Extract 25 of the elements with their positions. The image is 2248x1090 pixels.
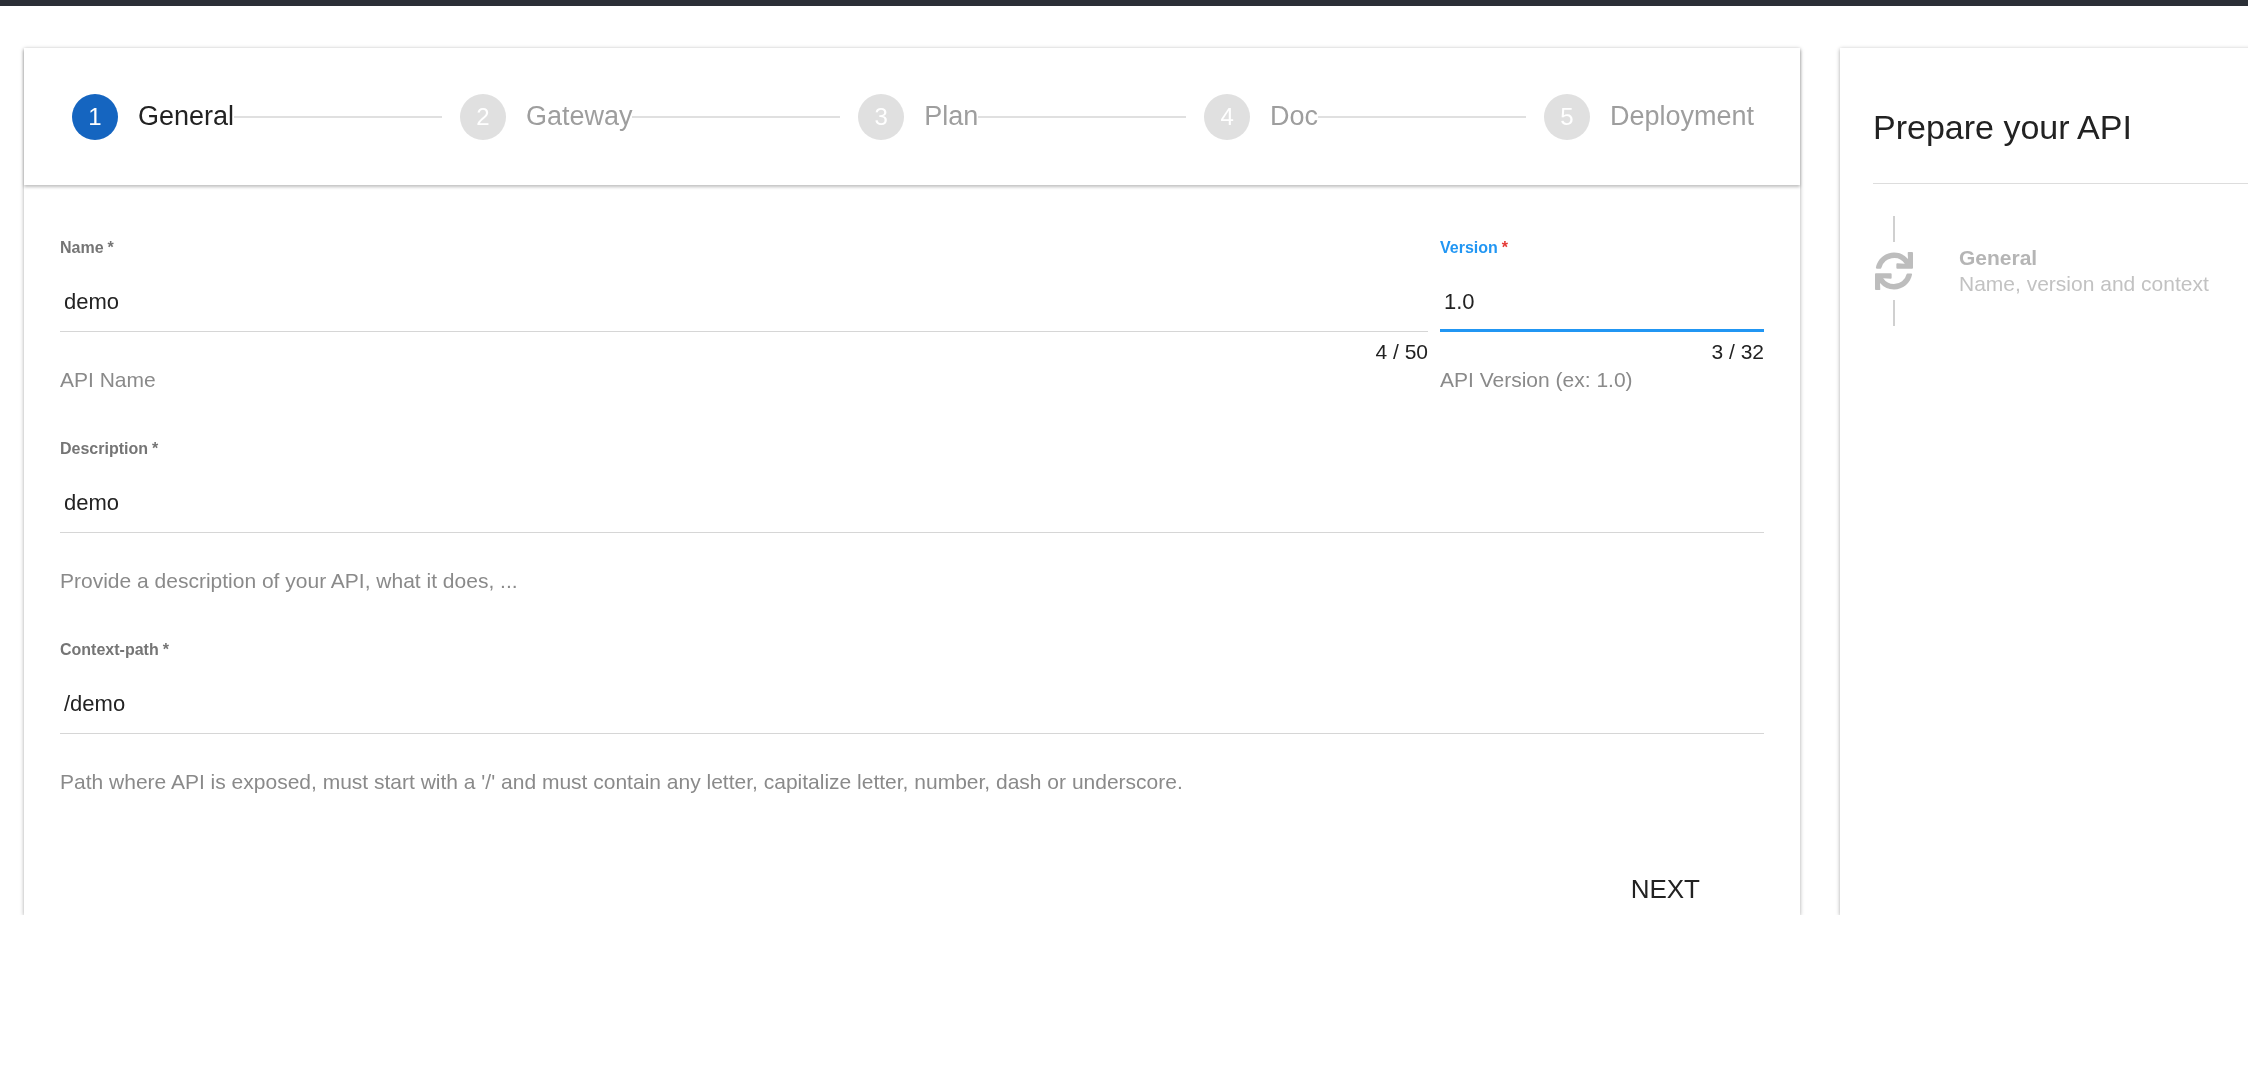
refresh-icon (1875, 252, 1913, 290)
field-hint: API Version (ex: 1.0) (1440, 368, 1633, 392)
step-subtitle: Name, version and context (1959, 272, 2209, 296)
character-counter: 3 / 32 (1711, 340, 1764, 364)
field-hint: Path where API is exposed, must start with a '/' and must contain any letter, capitalize letter, number, dash or underscore. (60, 770, 1183, 794)
step-label[interactable]: Doc (1270, 101, 1319, 132)
text-field[interactable]: demo (60, 464, 1764, 533)
step-label[interactable]: Plan (924, 101, 979, 132)
character-counter: 4 / 50 (1375, 340, 1428, 364)
step-label[interactable]: Deployment (1609, 101, 1754, 132)
step-label[interactable]: Gateway (525, 101, 633, 132)
field-label: Context-path * (60, 640, 170, 659)
field-label: Description * (60, 439, 160, 458)
step-label[interactable]: General (138, 101, 235, 132)
field-label: Name * (60, 238, 115, 257)
field-label: Version * (1440, 238, 1510, 257)
field-hint: Provide a description of your API, what it does, ... (60, 569, 518, 593)
panel-title: Prepare your API (1873, 48, 2248, 184)
text-field[interactable]: /demo (60, 665, 1764, 734)
text-field[interactable]: demo (60, 263, 1428, 332)
next-button[interactable]: NEXT (1606, 864, 1724, 915)
step-number[interactable]: 1 (72, 93, 118, 140)
field-hint: API Name (60, 368, 156, 392)
text-field[interactable]: 1.0 (1440, 263, 1764, 332)
step-title: General (1959, 246, 2039, 270)
